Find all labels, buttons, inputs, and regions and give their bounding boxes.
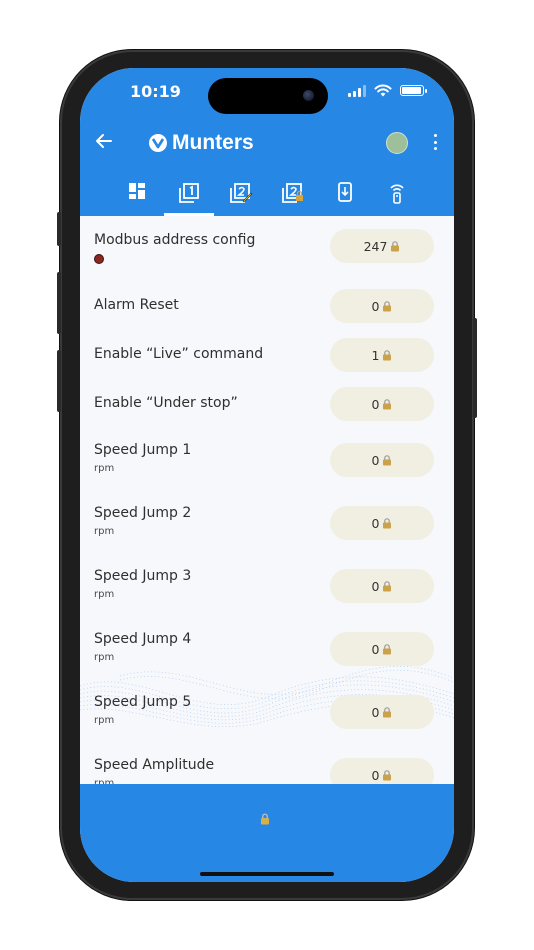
setting-label: Speed Amplitude <box>94 757 215 773</box>
setting-value: 0 <box>371 578 380 594</box>
setting-value: 0 <box>371 641 380 657</box>
setting-row-speed-jump-2: Speed Jump 2 rpm 0 <box>80 499 454 555</box>
brand-name: Munters <box>172 131 254 154</box>
setting-label: Alarm Reset <box>94 297 179 313</box>
setting-row-speed-amplitude: Speed Amplitude rpm 0 <box>80 751 454 784</box>
tab-dashboard[interactable] <box>112 178 162 216</box>
battery-icon <box>400 85 427 96</box>
setting-value-field[interactable]: 0 <box>330 289 434 323</box>
setting-label: Speed Jump 5 <box>94 694 192 710</box>
setting-value-field[interactable]: 0 <box>330 569 434 603</box>
setting-row-enable-under-stop: Enable “Under stop” 0 <box>80 380 454 436</box>
lock-icon <box>383 580 392 591</box>
page-2-edit-icon <box>230 183 253 203</box>
lock-icon[interactable] <box>260 813 270 825</box>
setting-value: 0 <box>371 515 380 531</box>
setting-label: Enable “Live” command <box>94 346 264 362</box>
setting-row-speed-jump-4: Speed Jump 4 rpm 0 <box>80 625 454 681</box>
munters-logo: Munters <box>148 131 254 155</box>
setting-value: 0 <box>371 396 380 412</box>
tab-page-2-edit[interactable] <box>216 178 266 216</box>
setting-value: 0 <box>371 704 380 720</box>
lock-icon <box>383 517 392 528</box>
settings-list[interactable]: Modbus address config 247 Alarm Reset 0 … <box>80 216 454 784</box>
setting-unit: rpm <box>94 652 115 663</box>
setting-label: Speed Jump 2 <box>94 505 192 521</box>
setting-value: 1 <box>371 347 380 363</box>
lock-icon <box>383 769 392 780</box>
setting-label: Speed Jump 4 <box>94 631 192 647</box>
setting-row-speed-jump-3: Speed Jump 3 rpm 0 <box>80 562 454 618</box>
setting-value: 0 <box>371 767 380 783</box>
wifi-icon <box>374 84 392 97</box>
setting-value-field[interactable]: 0 <box>330 632 434 666</box>
setting-value-field[interactable]: 247 <box>330 229 434 263</box>
alert-badge-icon <box>94 254 104 264</box>
setting-row-speed-jump-1: Speed Jump 1 rpm 0 <box>80 436 454 492</box>
lock-icon <box>383 300 392 311</box>
setting-unit: rpm <box>94 589 115 600</box>
setting-value: 247 <box>363 238 388 254</box>
setting-value-field[interactable]: 0 <box>330 758 434 784</box>
setting-label: Speed Jump 3 <box>94 568 192 584</box>
lock-icon <box>383 349 392 360</box>
bottom-bar <box>80 784 454 882</box>
app-bar: 10:19 Munters <box>80 68 454 216</box>
munters-logo-mark-icon <box>149 134 167 152</box>
setting-row-speed-jump-5: Speed Jump 5 rpm 0 <box>80 688 454 744</box>
setting-label: Enable “Under stop” <box>94 395 238 411</box>
lock-icon <box>383 398 392 409</box>
setting-value: 0 <box>371 298 380 314</box>
tab-device-download[interactable] <box>320 178 370 216</box>
lock-icon <box>383 454 392 465</box>
front-camera <box>303 90 314 101</box>
setting-unit: rpm <box>94 715 115 726</box>
device-download-icon <box>338 182 352 202</box>
lock-icon <box>391 240 400 251</box>
setting-label: Modbus address config <box>94 232 256 248</box>
remote-icon <box>390 184 404 204</box>
page-2-lock-icon <box>282 183 303 203</box>
setting-unit: rpm <box>94 463 115 474</box>
home-indicator[interactable] <box>200 872 334 876</box>
status-time: 10:19 <box>130 82 181 101</box>
setting-label: Speed Jump 1 <box>94 442 192 458</box>
setting-row-enable-live-command: Enable “Live” command 1 <box>80 331 454 387</box>
connection-status-indicator[interactable] <box>386 132 408 154</box>
tab-page-2-lock[interactable] <box>268 178 318 216</box>
page-1-icon <box>179 183 199 203</box>
dynamic-island <box>208 78 328 114</box>
tab-page-1[interactable] <box>164 178 214 216</box>
lock-icon <box>383 706 392 717</box>
setting-value: 0 <box>371 452 380 468</box>
cellular-signal-icon <box>348 84 366 97</box>
volume-up-button <box>57 272 61 334</box>
setting-value-field[interactable]: 1 <box>330 338 434 372</box>
tab-remote[interactable] <box>372 178 422 216</box>
setting-row-alarm-reset: Alarm Reset 0 <box>80 282 454 338</box>
setting-row-modbus-address-config: Modbus address config 247 <box>80 226 454 282</box>
volume-down-button <box>57 350 61 412</box>
setting-value-field[interactable]: 0 <box>330 443 434 477</box>
dashboard-icon <box>129 183 145 199</box>
setting-value-field[interactable]: 0 <box>330 506 434 540</box>
back-arrow-icon[interactable] <box>94 131 114 151</box>
setting-value-field[interactable]: 0 <box>330 387 434 421</box>
action-button <box>57 212 61 246</box>
setting-value-field[interactable]: 0 <box>330 695 434 729</box>
setting-unit: rpm <box>94 526 115 537</box>
more-menu-icon[interactable] <box>430 132 440 152</box>
lock-icon <box>383 643 392 654</box>
power-button <box>473 318 477 418</box>
tab-bar <box>112 178 422 216</box>
phone-screen: 10:19 Munters Modbus address config 247 … <box>80 68 454 882</box>
status-icons <box>348 84 427 97</box>
